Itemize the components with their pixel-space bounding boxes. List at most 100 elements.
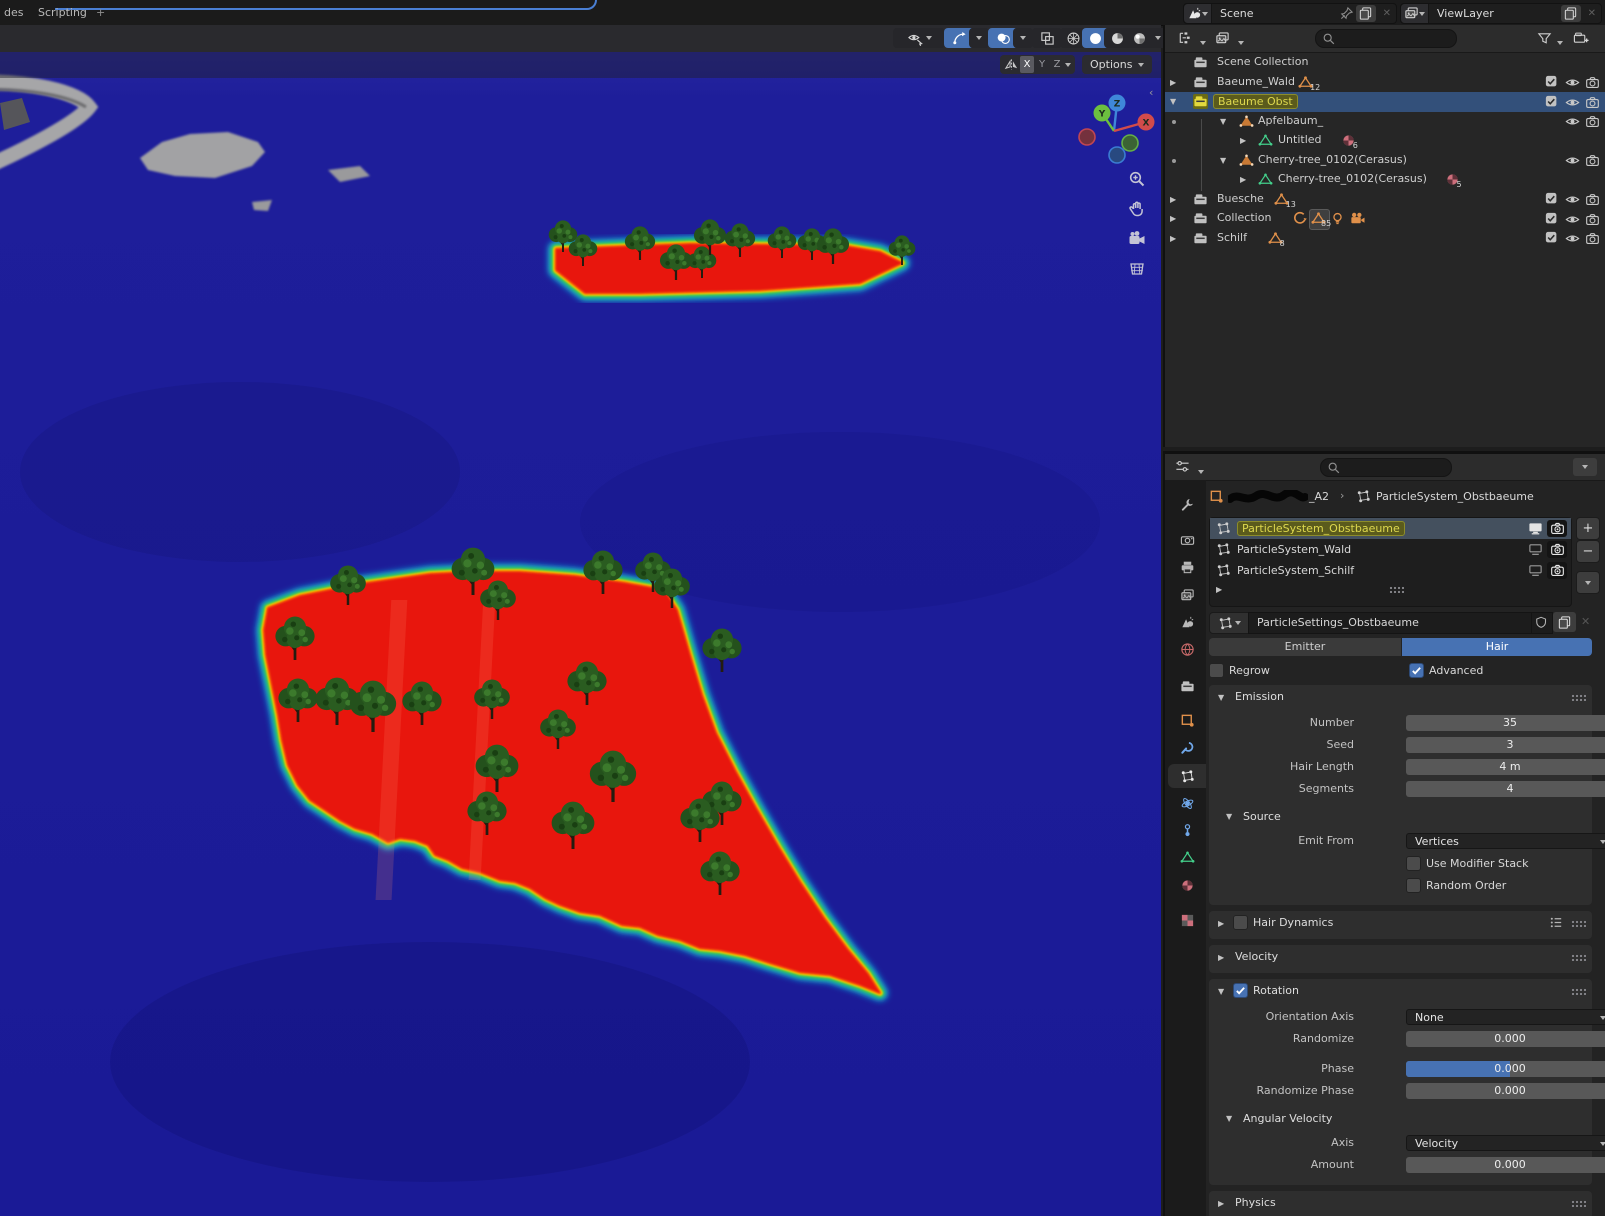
outliner-item-label[interactable]: Buesche — [1217, 192, 1264, 205]
collapse-arrow[interactable]: ▼ — [1170, 97, 1176, 106]
expand-arrow[interactable]: ▶ — [1170, 78, 1176, 87]
render-visibility-toggle[interactable] — [1585, 114, 1600, 129]
panel-drag-grip[interactable] — [1571, 694, 1586, 701]
editor-type-dropdown[interactable] — [1198, 470, 1204, 474]
outliner-row[interactable]: ▶Buesche13 — [1165, 190, 1605, 210]
properties-tab-tool[interactable] — [1168, 492, 1206, 516]
expand-arrow[interactable]: ▶ — [1240, 136, 1246, 145]
properties-tab-particles[interactable] — [1168, 764, 1206, 788]
panel-drag-grip[interactable] — [1571, 954, 1586, 961]
monitor-off-icon[interactable] — [1528, 542, 1543, 557]
breadcrumb-target[interactable]: ParticleSystem_Obstbaeume — [1376, 490, 1534, 503]
render-visibility-toggle[interactable] — [1585, 231, 1600, 246]
properties-tab-viewlayer[interactable] — [1168, 583, 1206, 607]
scene-browse-button[interactable] — [1184, 4, 1212, 23]
axis-dropdown[interactable]: Velocity — [1406, 1135, 1605, 1151]
specials-dropdown[interactable] — [1576, 571, 1600, 594]
panel-header-physics[interactable]: ▶Physics — [1209, 1191, 1592, 1215]
expand-arrow[interactable]: ▶ — [1240, 175, 1246, 184]
hair-length-field[interactable]: 4 m — [1406, 759, 1605, 775]
hide-eye-toggle[interactable] — [1565, 192, 1580, 207]
workspace-tab-scripting[interactable]: Scripting — [38, 0, 87, 25]
outliner-item-label[interactable]: Baeume Obst — [1213, 94, 1298, 109]
properties-tab-object[interactable] — [1168, 708, 1206, 732]
render-toggle-icon[interactable] — [1547, 520, 1567, 537]
particle-system-name[interactable]: ParticleSystem_Obstbaeume — [1237, 521, 1405, 536]
display-mode-dropdown[interactable] — [1238, 41, 1244, 45]
filter-icon[interactable] — [1537, 31, 1552, 46]
hide-eye-toggle[interactable] — [1565, 114, 1580, 129]
properties-tab-physics[interactable] — [1168, 791, 1206, 815]
monitor-on-icon[interactable] — [1528, 521, 1543, 536]
properties-tab-scene[interactable] — [1168, 610, 1206, 634]
collapse-arrow[interactable]: ▼ — [1220, 156, 1226, 165]
render-visibility-toggle[interactable] — [1585, 153, 1600, 168]
outliner-item-label[interactable]: Collection — [1217, 211, 1271, 224]
panel-header-hair-dynamics[interactable]: ▶Hair Dynamics — [1209, 911, 1592, 935]
panel-checkbox[interactable] — [1233, 915, 1248, 930]
unlink-scene-button[interactable]: ✕ — [1378, 8, 1396, 19]
settings-name-field[interactable]: ParticleSettings_Obstbaeume — [1248, 612, 1540, 634]
editor-type-dropdown[interactable] — [1200, 41, 1206, 45]
remove-particle-system-button[interactable]: − — [1576, 540, 1600, 563]
options-dropdown[interactable]: Options — [1082, 55, 1152, 74]
properties-tab-texture[interactable] — [1168, 908, 1206, 932]
3d-viewport[interactable]: X Y Z Options ‹ ZYX — [0, 52, 1161, 1216]
outliner-row[interactable]: ▼Cherry-tree_0102(Cerasus) — [1165, 151, 1605, 171]
segments-field[interactable]: 4 — [1406, 781, 1605, 797]
hide-eye-toggle[interactable] — [1565, 153, 1580, 168]
hide-eye-toggle[interactable] — [1565, 231, 1580, 246]
outliner-row[interactable]: ▶Cherry-tree_0102(Cerasus)5 — [1165, 170, 1605, 190]
add-workspace-button[interactable]: + — [96, 0, 105, 25]
outliner-item-label[interactable]: Cherry-tree_0102(Cerasus) — [1278, 172, 1427, 185]
particle-system-row[interactable]: ParticleSystem_Obstbaeume — [1210, 518, 1571, 539]
properties-search-input[interactable] — [1320, 458, 1452, 477]
exclude-checkbox[interactable] — [1545, 212, 1559, 226]
expand-arrow[interactable]: ▶ — [1170, 234, 1176, 243]
properties-tab-output[interactable] — [1168, 555, 1206, 579]
panel-drag-grip[interactable] — [1571, 1200, 1586, 1207]
particle-system-name[interactable]: ParticleSystem_Wald — [1237, 543, 1351, 556]
viewlayer-browse-button[interactable] — [1401, 4, 1429, 23]
outliner-row[interactable]: ▶Untitled6 — [1165, 131, 1605, 151]
mirror-z-button[interactable]: Z — [1050, 56, 1064, 73]
particle-system-name[interactable]: ParticleSystem_Schilf — [1237, 564, 1354, 577]
filter-dropdown[interactable] — [1557, 41, 1563, 45]
outliner-item-label[interactable]: Schilf — [1217, 231, 1247, 244]
hide-eye-toggle[interactable] — [1565, 95, 1580, 110]
exclude-checkbox[interactable] — [1545, 231, 1559, 245]
outliner-row[interactable]: ▼Apfelbaum_ — [1165, 112, 1605, 132]
outliner-row[interactable]: Scene Collection — [1165, 53, 1605, 73]
panel-header-velocity[interactable]: ▶Velocity — [1209, 945, 1592, 969]
scene-name[interactable]: Scene — [1212, 7, 1262, 20]
add-particle-system-button[interactable]: + — [1576, 517, 1600, 540]
outliner-item-label[interactable]: Apfelbaum_ — [1258, 114, 1323, 127]
new-viewlayer-button[interactable] — [1561, 5, 1581, 22]
render-toggle-icon[interactable] — [1547, 541, 1567, 558]
amount-field[interactable]: 0.000 — [1406, 1157, 1605, 1173]
expand-arrow[interactable]: ▶ — [1170, 214, 1176, 223]
panel-header-emission[interactable]: ▼Emission — [1209, 685, 1592, 709]
display-mode-button[interactable] — [1215, 31, 1230, 46]
mirror-dropdown[interactable] — [1065, 63, 1071, 67]
outliner-item-label[interactable]: Untitled — [1278, 133, 1322, 146]
camera-view-button[interactable] — [1128, 230, 1150, 252]
seed-field[interactable]: 3 — [1406, 737, 1605, 753]
exclude-checkbox[interactable] — [1545, 192, 1559, 206]
properties-tab-modifier[interactable] — [1168, 736, 1206, 760]
pan-button[interactable] — [1128, 200, 1150, 222]
fake-user-shield-button[interactable] — [1531, 612, 1553, 634]
outliner-row[interactable]: ▶Collection85 — [1165, 209, 1605, 229]
emit-from-dropdown[interactable]: Vertices — [1406, 833, 1605, 849]
tab-hair[interactable]: Hair — [1402, 638, 1592, 656]
list-expand-arrow[interactable]: ▶ — [1216, 585, 1222, 594]
unlink-settings-button[interactable]: ✕ — [1581, 615, 1590, 628]
new-settings-button[interactable] — [1553, 612, 1576, 632]
properties-tab-render[interactable] — [1168, 528, 1206, 552]
ortho-toggle-button[interactable] — [1128, 260, 1150, 282]
zoom-button[interactable] — [1128, 170, 1150, 192]
advanced-checkbox[interactable] — [1409, 663, 1424, 678]
randomize-phase-field[interactable]: 0.000 — [1406, 1083, 1605, 1099]
exclude-checkbox[interactable] — [1545, 75, 1559, 89]
new-scene-button[interactable] — [1356, 5, 1376, 22]
